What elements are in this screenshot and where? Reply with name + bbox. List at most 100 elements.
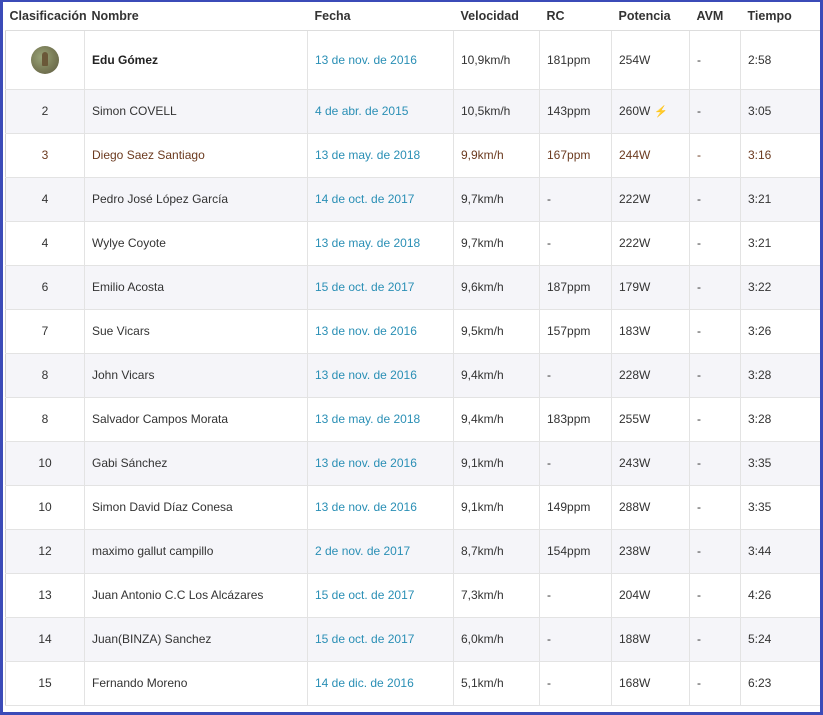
athlete-name-link[interactable]: Diego Saez Santiago (92, 148, 205, 162)
name-column-cell[interactable]: Wylye Coyote (84, 221, 308, 266)
power-column-cell: 244W (611, 133, 690, 178)
name-column-cell[interactable]: Pedro José López García (84, 177, 308, 222)
speed-column-cell: 9,7km/h (453, 221, 540, 266)
athlete-name-link[interactable]: Pedro José López García (92, 192, 228, 206)
athlete-name-link[interactable]: Edu Gómez (92, 53, 158, 67)
header-vam[interactable]: AVM (689, 2, 741, 31)
athlete-name-link[interactable]: maximo gallut campillo (92, 544, 213, 558)
athlete-name-link[interactable]: Simon COVELL (92, 104, 177, 118)
header-power[interactable]: Potencia (611, 2, 690, 31)
athlete-name-link[interactable]: Sue Vicars (92, 324, 150, 338)
leaderboard-frame: Clasificación Nombre Fecha Velocidad RC … (0, 0, 823, 715)
name-column-cell[interactable]: maximo gallut campillo (84, 529, 308, 574)
vam-column-cell: - (689, 397, 741, 442)
athlete-name-link[interactable]: Juan(BINZA) Sanchez (92, 632, 211, 646)
avatar[interactable] (31, 45, 59, 74)
name-column-cell[interactable]: Sue Vicars (84, 309, 308, 354)
name-column-cell[interactable]: Edu Gómez (84, 30, 308, 90)
date-column-cell[interactable]: 2 de nov. de 2017 (307, 529, 454, 574)
vam-cell: - (697, 412, 701, 426)
date-column-cell[interactable]: 13 de nov. de 2016 (307, 30, 454, 90)
date-column-cell[interactable]: 15 de oct. de 2017 (307, 573, 454, 618)
activity-date-link[interactable]: 13 de may. de 2018 (315, 412, 420, 426)
header-rank[interactable]: Clasificación (5, 2, 87, 31)
rank-cell: 4 (41, 192, 49, 206)
date-column-cell[interactable]: 15 de oct. de 2017 (307, 265, 454, 310)
date-column-cell[interactable]: 14 de oct. de 2017 (307, 177, 454, 222)
power-column-cell: 288W (611, 485, 690, 530)
time-column-cell: 6:23 (740, 661, 820, 706)
activity-date-link[interactable]: 13 de nov. de 2016 (315, 500, 417, 514)
athlete-name-link[interactable]: John Vicars (92, 368, 154, 382)
date-column-cell[interactable]: 13 de nov. de 2016 (307, 441, 454, 486)
hr-column-cell: 149ppm (539, 485, 612, 530)
athlete-name-link[interactable]: Simon David Díaz Conesa (92, 500, 233, 514)
name-column-cell[interactable]: Simon COVELL (84, 89, 308, 134)
header-heart-rate[interactable]: RC (539, 2, 612, 31)
speed-cell: 5,1km/h (461, 676, 504, 690)
heart-rate-cell: - (547, 192, 551, 206)
name-column-cell[interactable]: Gabi Sánchez (84, 441, 308, 486)
activity-date-link[interactable]: 13 de nov. de 2016 (315, 324, 417, 338)
activity-date-link[interactable]: 15 de oct. de 2017 (315, 280, 414, 294)
date-column-cell[interactable]: 13 de nov. de 2016 (307, 485, 454, 530)
heart-rate-cell: 167ppm (547, 148, 591, 162)
power-cell: 288W (619, 500, 651, 514)
date-column-cell[interactable]: 15 de oct. de 2017 (307, 617, 454, 662)
rank-column-cell: 8 (5, 353, 85, 398)
activity-date-link[interactable]: 15 de oct. de 2017 (315, 588, 414, 602)
activity-date-link[interactable]: 4 de abr. de 2015 (315, 104, 408, 118)
activity-date-link[interactable]: 13 de nov. de 2016 (315, 456, 417, 470)
name-column-cell[interactable]: Fernando Moreno (84, 661, 308, 706)
date-column-cell[interactable]: 13 de nov. de 2016 (307, 309, 454, 354)
table-body: Edu Gómez 13 de nov. de 2016 10,9km/h 181pp… (5, 30, 820, 706)
time-cell: 3:28 (748, 412, 772, 426)
time-cell: 5:24 (748, 632, 772, 646)
date-column-cell[interactable]: 13 de may. de 2018 (307, 133, 454, 178)
activity-date-link[interactable]: 15 de oct. de 2017 (315, 632, 414, 646)
rank-cell: 8 (41, 412, 49, 426)
date-column-cell[interactable]: 13 de may. de 2018 (307, 397, 454, 442)
name-column-cell[interactable]: Juan(BINZA) Sanchez (84, 617, 308, 662)
athlete-name-link[interactable]: Emilio Acosta (92, 280, 164, 294)
rank-column-cell: 6 (5, 265, 85, 310)
activity-date-link[interactable]: 13 de nov. de 2016 (315, 368, 417, 382)
power-column-cell: 255W (611, 397, 690, 442)
table-row: 10 Simon David Díaz Conesa 13 de nov. de 2… (5, 485, 820, 530)
date-column-cell[interactable]: 13 de may. de 2018 (307, 221, 454, 266)
activity-date-link[interactable]: 13 de nov. de 2016 (315, 53, 417, 67)
speed-column-cell: 10,9km/h (453, 30, 540, 90)
activity-date-link[interactable]: 13 de may. de 2018 (315, 148, 420, 162)
heart-rate-cell: - (547, 588, 551, 602)
table-row: 4 Pedro José López García 14 de oct. de 20… (5, 177, 820, 222)
athlete-name-link[interactable]: Gabi Sánchez (92, 456, 167, 470)
name-column-cell[interactable]: Salvador Campos Morata (84, 397, 308, 442)
header-date[interactable]: Fecha (307, 2, 454, 31)
athlete-name-link[interactable]: Wylye Coyote (92, 236, 166, 250)
name-column-cell[interactable]: Simon David Díaz Conesa (84, 485, 308, 530)
time-column-cell: 3:35 (740, 485, 820, 530)
activity-date-link[interactable]: 14 de oct. de 2017 (315, 192, 414, 206)
activity-date-link[interactable]: 14 de dic. de 2016 (315, 676, 414, 690)
vam-cell: - (697, 368, 701, 382)
header-speed[interactable]: Velocidad (453, 2, 540, 31)
name-column-cell[interactable]: Juan Antonio C.C Los Alcázares (84, 573, 308, 618)
header-name[interactable]: Nombre (84, 2, 308, 31)
activity-date-link[interactable]: 13 de may. de 2018 (315, 236, 420, 250)
athlete-name-link[interactable]: Juan Antonio C.C Los Alcázares (92, 588, 263, 602)
power-column-cell: 204W (611, 573, 690, 618)
power-column-cell: 188W (611, 617, 690, 662)
date-column-cell[interactable]: 14 de dic. de 2016 (307, 661, 454, 706)
name-column-cell[interactable]: John Vicars (84, 353, 308, 398)
athlete-name-link[interactable]: Salvador Campos Morata (92, 412, 228, 426)
date-column-cell[interactable]: 13 de nov. de 2016 (307, 353, 454, 398)
header-time[interactable]: Tiempo (740, 2, 820, 31)
speed-cell: 9,7km/h (461, 192, 504, 206)
name-column-cell[interactable]: Diego Saez Santiago (84, 133, 308, 178)
heart-rate-cell: - (547, 368, 551, 382)
vam-column-cell: - (689, 573, 741, 618)
date-column-cell[interactable]: 4 de abr. de 2015 (307, 89, 454, 134)
activity-date-link[interactable]: 2 de nov. de 2017 (315, 544, 410, 558)
name-column-cell[interactable]: Emilio Acosta (84, 265, 308, 310)
athlete-name-link[interactable]: Fernando Moreno (92, 676, 187, 690)
